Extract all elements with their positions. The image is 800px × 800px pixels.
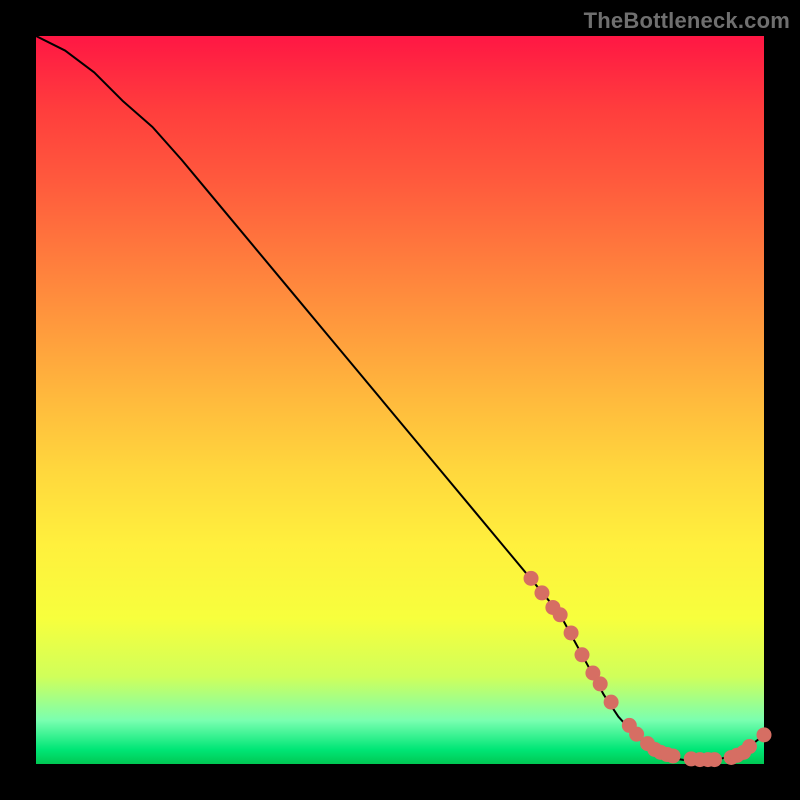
curve-svg (36, 36, 764, 764)
marker-point (534, 585, 549, 600)
marker-point (604, 695, 619, 710)
attribution-label: TheBottleneck.com (584, 8, 790, 34)
marker-point (575, 647, 590, 662)
marker-point (666, 748, 681, 763)
marker-point (707, 752, 722, 767)
marker-point (593, 676, 608, 691)
marker-point (742, 739, 757, 754)
bottleneck-curve (36, 36, 764, 761)
plot-area (36, 36, 764, 764)
marker-point (553, 607, 568, 622)
marker-point (757, 727, 772, 742)
marker-point (524, 571, 539, 586)
chart-container: TheBottleneck.com (0, 0, 800, 800)
marker-point (564, 625, 579, 640)
highlight-markers (524, 571, 772, 767)
